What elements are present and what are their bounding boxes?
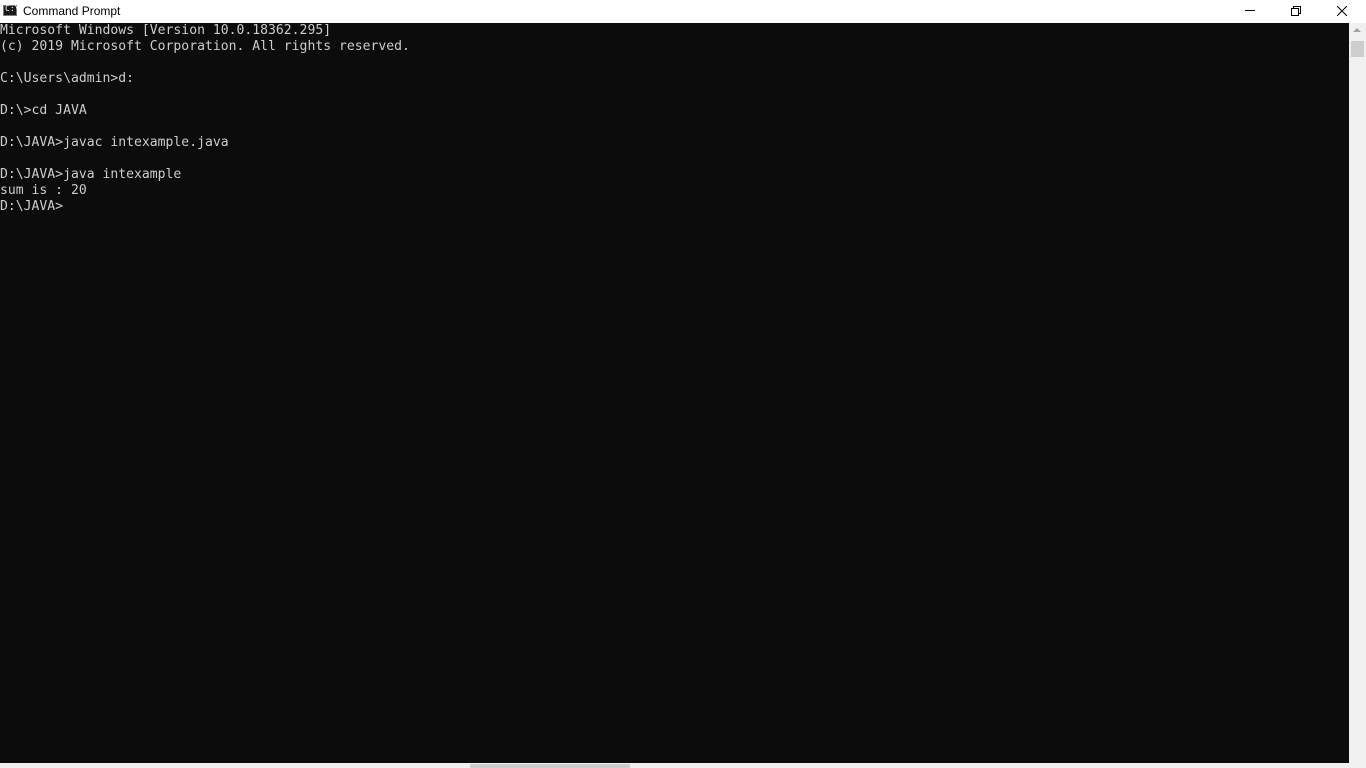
minimize-icon xyxy=(1245,10,1255,11)
console-line: C:\Users\admin>d: xyxy=(0,71,135,86)
console-line: sum is : 20 xyxy=(0,183,87,198)
command-prompt-window: C:\ Command Prompt Microsoft Windows [Ve… xyxy=(0,0,1366,768)
console-line: D:\JAVA>java intexample xyxy=(0,167,182,182)
horizontal-scroll-thumb[interactable] xyxy=(470,764,630,768)
scroll-up-icon[interactable] xyxy=(1353,28,1361,32)
title-bar[interactable]: C:\ Command Prompt xyxy=(0,0,1366,23)
vertical-scroll-thumb[interactable] xyxy=(1351,41,1364,57)
horizontal-scrollbar[interactable] xyxy=(0,763,1366,768)
cmd-icon[interactable]: C:\ xyxy=(3,4,19,16)
console-line: Microsoft Windows [Version 10.0.18362.29… xyxy=(0,23,332,38)
restore-button[interactable] xyxy=(1273,0,1319,23)
console-line: D:\JAVA>javac intexample.java xyxy=(0,135,229,150)
console-line: D:\>cd JAVA xyxy=(0,103,87,118)
vertical-scrollbar[interactable] xyxy=(1349,23,1366,763)
close-button[interactable] xyxy=(1319,0,1365,23)
console-output[interactable]: Microsoft Windows [Version 10.0.18362.29… xyxy=(0,23,1349,763)
restore-icon xyxy=(1291,6,1301,16)
window-title: Command Prompt xyxy=(23,4,121,18)
console-prompt-line[interactable]: D:\JAVA> xyxy=(0,199,1349,215)
close-icon xyxy=(1337,6,1347,16)
minimize-button[interactable] xyxy=(1227,0,1273,23)
console-line: (c) 2019 Microsoft Corporation. All righ… xyxy=(0,39,410,54)
